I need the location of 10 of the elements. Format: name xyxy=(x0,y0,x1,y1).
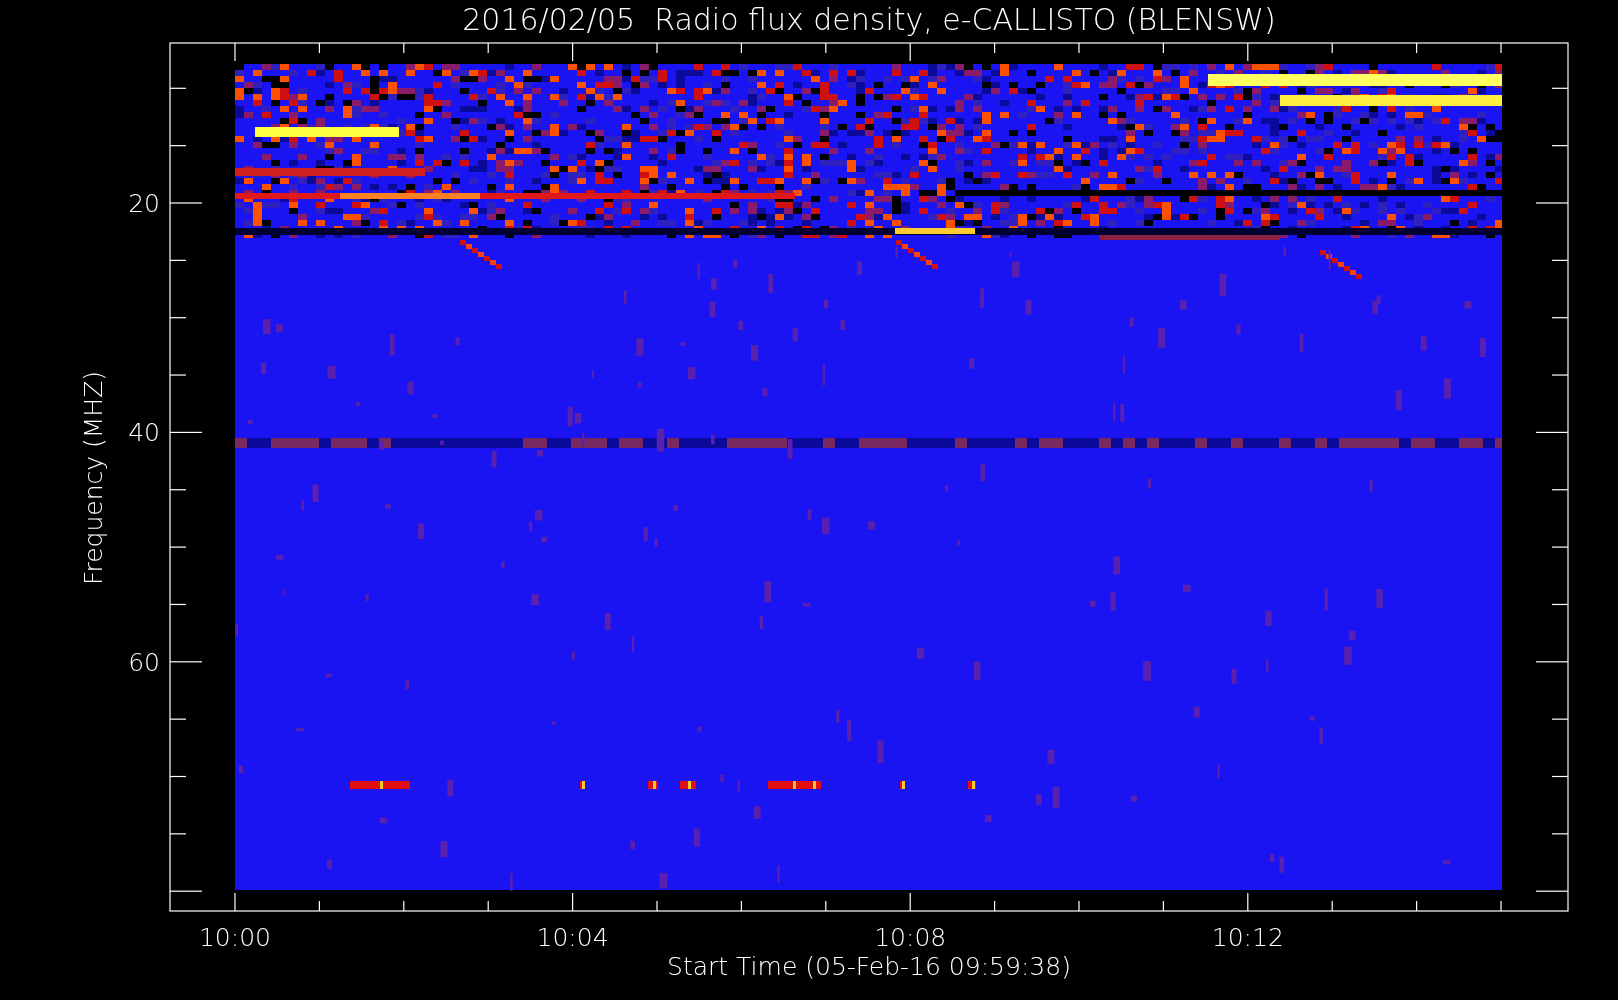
y-tick-label: 20 xyxy=(128,189,160,218)
x-axis-label: Start Time (05-Feb-16 09:59:38) xyxy=(667,952,1071,981)
x-tick-label: 10:12 xyxy=(1211,923,1284,952)
y-axis-label: Frequency (MHZ) xyxy=(79,370,108,586)
y-tick-label: 40 xyxy=(128,418,160,448)
x-tick-label: 10:00 xyxy=(199,923,271,952)
x-tick-label: 10:04 xyxy=(536,923,609,952)
x-tick-label: 10:08 xyxy=(874,923,947,952)
chart-title: 2016/02/05 Radio flux density, e-CALLISTO (BLENSW) xyxy=(462,2,1276,37)
y-tick-label: 60 xyxy=(128,647,160,677)
